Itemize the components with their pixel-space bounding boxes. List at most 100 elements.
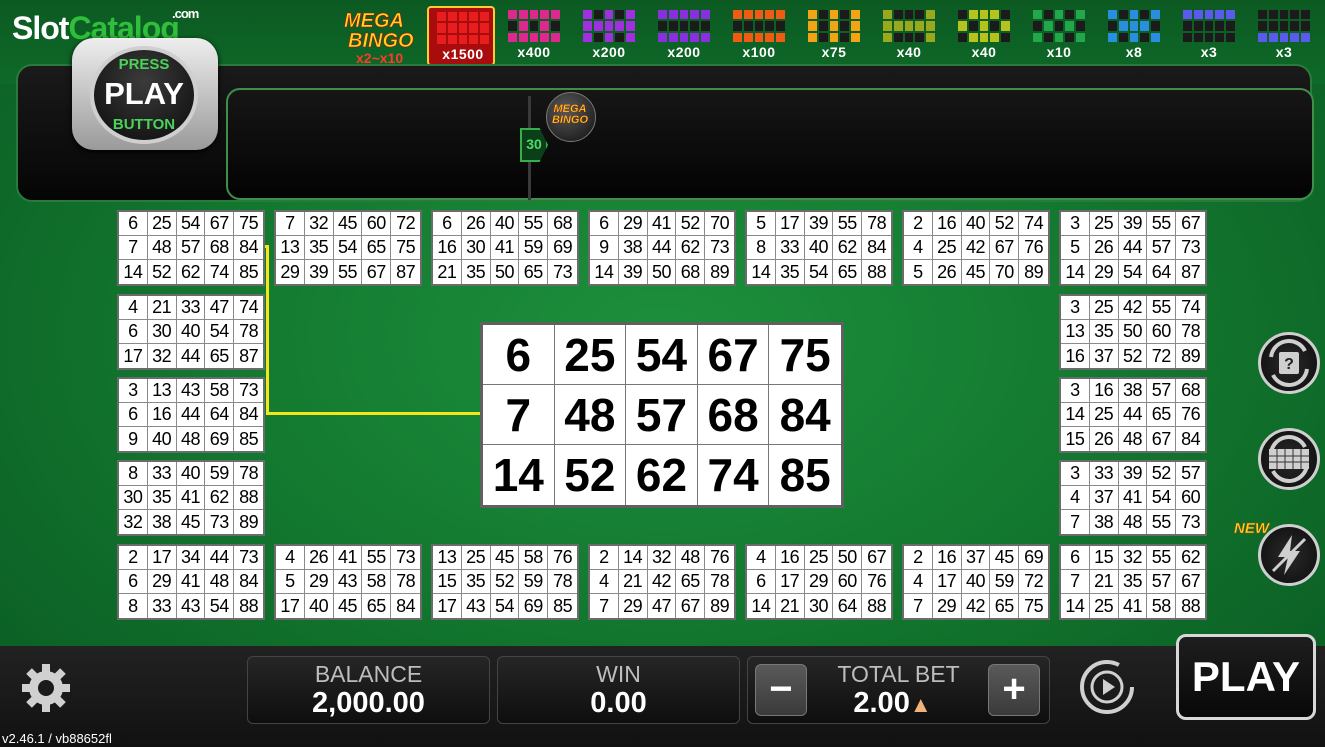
card-number: 68 (1176, 379, 1205, 403)
zoom-card-number: 67 (697, 325, 770, 385)
bingo-card[interactable]: 2 17 34 44 73 6 29 41 48 84 8 33 43 54 88 (117, 544, 265, 620)
card-number: 41 (647, 212, 677, 236)
bingo-card[interactable]: 13 25 45 58 76 15 35 52 59 78 17 43 54 69 85 (431, 544, 579, 620)
pattern-cell (818, 32, 828, 42)
card-number: 65 (1147, 403, 1177, 427)
turbo-button[interactable] (1258, 524, 1320, 586)
card-number: 15 (1061, 427, 1090, 451)
bingo-card[interactable]: 3 25 39 55 67 5 26 44 57 73 14 29 54 64 87 (1059, 210, 1207, 286)
pattern-cell (840, 32, 850, 42)
card-number: 44 (1118, 403, 1148, 427)
gear-icon (22, 664, 70, 712)
bingo-card[interactable]: 2 16 37 45 69 4 17 40 59 72 7 29 42 65 75 (902, 544, 1050, 620)
mega-ball-label: MEGA BINGO (546, 103, 594, 126)
bingo-card[interactable]: 6 26 40 55 68 16 30 41 59 69 21 35 50 65 73 (431, 210, 579, 286)
highlight-connector-vertical (266, 245, 269, 415)
card-number: 59 (519, 570, 549, 594)
card-number: 76 (862, 570, 891, 594)
pattern-cell (1140, 21, 1150, 31)
pattern-6: x40 (875, 6, 943, 66)
pattern-cell (1054, 10, 1064, 20)
bingo-card[interactable]: 2 16 40 52 74 4 25 42 67 76 5 26 45 70 89 (902, 210, 1050, 286)
zoom-card-number: 84 (769, 385, 841, 445)
pattern-multiplier: x100 (742, 44, 776, 60)
pattern-cell (480, 34, 489, 44)
pattern-grid-icon (1033, 10, 1085, 42)
card-number: 40 (961, 570, 991, 594)
card-number: 3 (1061, 462, 1090, 486)
pattern-cell (1108, 10, 1117, 20)
card-number: 62 (177, 260, 206, 284)
pattern-cell (1204, 32, 1214, 42)
card-number: 6 (119, 403, 148, 427)
card-number: 50 (1118, 320, 1148, 344)
bingo-card[interactable]: 6 29 41 52 70 9 38 44 62 73 14 39 50 68 89 (588, 210, 736, 286)
bingo-card[interactable]: 8 33 40 59 78 30 35 41 62 88 32 38 45 73 89 (117, 460, 265, 536)
pattern-cell (1215, 21, 1225, 31)
bingo-card[interactable]: 3 25 42 55 74 13 35 50 60 78 16 37 52 72 89 (1059, 294, 1207, 370)
card-number: 6 (590, 212, 619, 236)
bingo-card[interactable]: 4 16 25 50 67 6 17 29 60 76 14 21 30 64 88 (745, 544, 893, 620)
card-number: 29 (619, 594, 648, 618)
pattern-grid-icon (583, 10, 635, 42)
card-number: 7 (1061, 510, 1090, 534)
card-number: 14 (1061, 260, 1090, 284)
card-number: 25 (1089, 403, 1119, 427)
card-number: 67 (676, 594, 706, 618)
bingo-card[interactable]: 6 25 54 67 75 7 48 57 68 84 14 52 62 74 85 (117, 210, 265, 286)
pattern-cell (990, 32, 1000, 42)
card-number: 59 (519, 236, 549, 260)
bingo-card[interactable]: 3 13 43 58 73 6 16 44 64 84 9 40 48 69 85 (117, 377, 265, 453)
pattern-cell (765, 21, 775, 31)
play-button[interactable]: PLAY (1176, 634, 1316, 720)
pattern-cell (658, 10, 667, 20)
bingo-card[interactable]: 3 33 39 52 57 4 37 41 54 60 7 38 48 55 73 (1059, 460, 1207, 536)
pattern-cell (551, 10, 560, 20)
card-number: 32 (647, 546, 677, 570)
bet-minus-button[interactable]: − (755, 664, 807, 716)
ball-count: 30 (526, 136, 542, 152)
card-number: 17 (775, 570, 805, 594)
pattern-cell (1268, 10, 1278, 20)
card-number: 34 (176, 546, 206, 570)
pattern-cell (437, 34, 446, 44)
card-number: 7 (904, 594, 933, 618)
bingo-card[interactable]: 2 14 32 48 76 4 21 42 65 78 7 29 47 67 89 (588, 544, 736, 620)
pattern-cell (883, 32, 892, 42)
help-button[interactable]: ? (1258, 332, 1320, 394)
bingo-card[interactable]: 5 17 39 55 78 8 33 40 62 84 14 35 54 65 88 (745, 210, 893, 286)
bingo-card[interactable]: 6 15 32 55 62 7 21 35 57 67 14 25 41 58 88 (1059, 544, 1207, 620)
pattern-cell (529, 32, 539, 42)
pattern-cell (1301, 32, 1310, 42)
bingo-card[interactable]: 7 32 45 60 72 13 35 54 65 75 29 39 55 67 87 (274, 210, 422, 286)
autoplay-button[interactable] (1076, 656, 1138, 718)
pattern-9: x8 (1100, 6, 1168, 66)
pattern-cell (1193, 32, 1203, 42)
card-number: 72 (391, 212, 420, 236)
bet-plus-button[interactable]: + (988, 664, 1040, 716)
pattern-cell (583, 10, 592, 20)
card-number: 30 (805, 594, 834, 618)
selected-card-zoom: 6 25 54 67 75 7 48 57 68 84 14 52 62 74 85 (480, 322, 844, 508)
card-number: 74 (234, 296, 263, 320)
card-number: 42 (647, 570, 677, 594)
pattern-multiplier: x75 (821, 44, 847, 60)
bingo-card[interactable]: 3 16 38 57 68 14 25 44 65 76 15 26 48 67 84 (1059, 377, 1207, 453)
cards-view-button[interactable] (1258, 428, 1320, 490)
svg-text:?: ? (1284, 356, 1294, 373)
card-number: 2 (904, 212, 933, 236)
card-number: 15 (433, 570, 462, 594)
card-number: 48 (1119, 427, 1148, 451)
card-number: 43 (462, 594, 491, 618)
card-number: 16 (932, 546, 962, 570)
card-number: 33 (147, 462, 177, 486)
settings-button[interactable] (18, 660, 74, 716)
pattern-cell (1076, 10, 1085, 20)
bingo-card[interactable]: 4 26 41 55 73 5 29 43 58 78 17 40 45 65 84 (274, 544, 422, 620)
card-number: 45 (490, 546, 520, 570)
card-number: 87 (239, 345, 259, 366)
card-number: 33 (775, 236, 805, 260)
card-number: 6 (433, 212, 462, 236)
bingo-card[interactable]: 4 21 33 47 74 6 30 40 54 78 17 32 44 65 87 (117, 294, 265, 370)
card-number: 38 (148, 510, 177, 534)
